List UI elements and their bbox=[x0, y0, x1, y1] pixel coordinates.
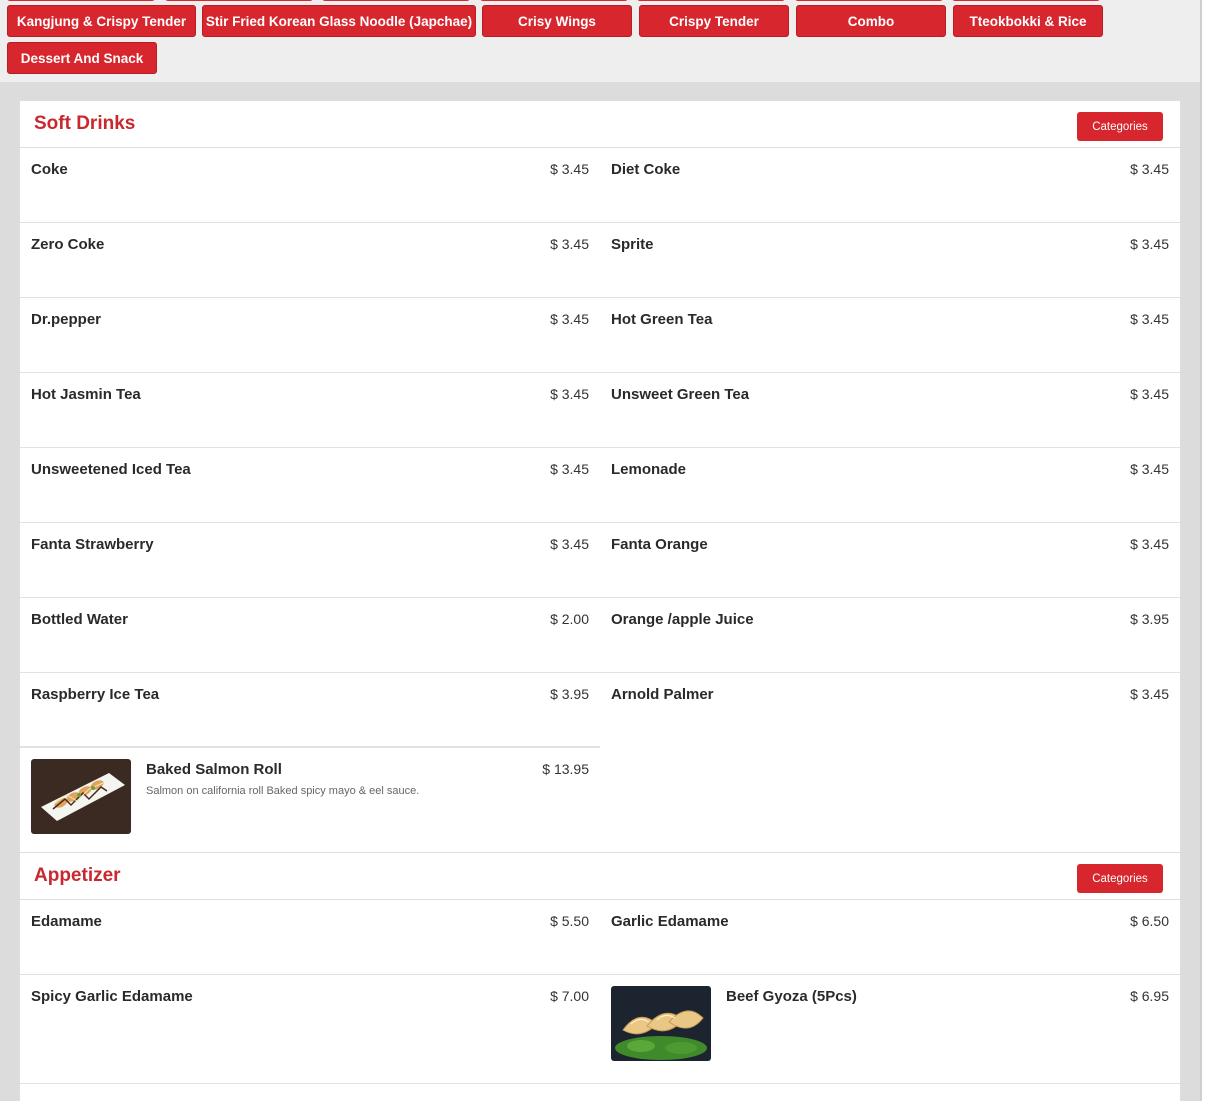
item-name: Sprite bbox=[611, 236, 654, 253]
category-button-japchae[interactable]: Stir Fried Korean Glass Noodle (Japchae) bbox=[202, 5, 476, 37]
item-name: Spicy Garlic Edamame bbox=[31, 988, 193, 1005]
menu-item[interactable]: Bottled Water $ 2.00 bbox=[20, 598, 600, 673]
item-price: $ 2.00 bbox=[550, 611, 589, 627]
item-price: $ 7.00 bbox=[550, 988, 589, 1004]
item-name: Diet Coke bbox=[611, 161, 681, 178]
item-price: $ 3.45 bbox=[550, 161, 589, 177]
item-name: Fanta Orange bbox=[611, 536, 708, 553]
item-description: Salmon on california roll Baked spicy ma… bbox=[146, 785, 420, 797]
menu-item[interactable]: Unsweetened Iced Tea $ 3.45 bbox=[20, 448, 600, 523]
item-price: $ 3.95 bbox=[550, 686, 589, 702]
item-price: $ 3.45 bbox=[1130, 386, 1169, 402]
item-price: $ 3.45 bbox=[1130, 311, 1169, 327]
item-name: Bottled Water bbox=[31, 611, 128, 628]
category-button-offscreen[interactable] bbox=[952, 0, 1100, 1]
item-name: Dr.pepper bbox=[31, 311, 102, 328]
section-title: Appetizer bbox=[34, 865, 121, 886]
item-name: Hot Green Tea bbox=[611, 311, 713, 328]
section-header-appetizer: Appetizer Categories bbox=[20, 853, 1180, 900]
item-price: $ 3.45 bbox=[550, 236, 589, 252]
menu-item[interactable]: Coke $ 3.45 bbox=[20, 148, 600, 223]
item-price: $ 3.45 bbox=[1130, 686, 1169, 702]
item-price: $ 3.45 bbox=[550, 311, 589, 327]
item-photo bbox=[31, 759, 131, 834]
item-price: $ 3.45 bbox=[550, 461, 589, 477]
category-button-crispy-tender[interactable]: Crispy Tender bbox=[639, 5, 789, 37]
category-button-offscreen[interactable] bbox=[795, 0, 943, 1]
item-name: Arnold Palmer bbox=[611, 686, 714, 703]
item-price: $ 5.50 bbox=[550, 913, 589, 929]
menu-item[interactable]: Dr.pepper $ 3.45 bbox=[20, 298, 600, 373]
item-name: Fanta Strawberry bbox=[31, 536, 154, 553]
item-name: Garlic Edamame bbox=[611, 913, 729, 930]
item-name: Unsweetened Iced Tea bbox=[31, 461, 191, 478]
item-price: $ 3.95 bbox=[1130, 611, 1169, 627]
category-button-tteokbokki[interactable]: Tteokbokki & Rice bbox=[953, 5, 1103, 37]
item-price: $ 3.45 bbox=[1130, 461, 1169, 477]
item-price: $ 6.95 bbox=[1130, 988, 1169, 1004]
item-price: $ 3.45 bbox=[1130, 236, 1169, 252]
item-divider bbox=[20, 746, 600, 747]
menu-item[interactable]: Beef Gyoza (5Pcs) $ 6.95 bbox=[600, 975, 1180, 1084]
category-button-offscreen[interactable] bbox=[322, 0, 470, 1]
item-name: Raspberry Ice Tea bbox=[31, 686, 160, 703]
menu-item[interactable]: Hot Jasmin Tea $ 3.45 bbox=[20, 373, 600, 448]
item-name: Beef Gyoza (5Pcs) bbox=[726, 988, 857, 1005]
category-nav-bar: Kangjung & Crispy Tender Stir Fried Kore… bbox=[0, 0, 1200, 82]
scrollbar[interactable] bbox=[1200, 0, 1230, 1101]
category-button-offscreen[interactable] bbox=[7, 0, 155, 1]
item-name: Unsweet Green Tea bbox=[611, 386, 750, 403]
item-name: Coke bbox=[31, 161, 68, 178]
menu-item[interactable]: Fanta Strawberry $ 3.45 bbox=[20, 523, 600, 598]
item-price: $ 3.45 bbox=[1130, 161, 1169, 177]
item-name: Zero Coke bbox=[31, 236, 105, 253]
menu-item[interactable]: Unsweet Green Tea $ 3.45 bbox=[600, 373, 1180, 448]
category-button-offscreen[interactable] bbox=[165, 0, 313, 1]
item-name: Baked Salmon Roll bbox=[146, 761, 282, 778]
item-name: Lemonade bbox=[611, 461, 687, 478]
category-button-crisy-wings[interactable]: Crisy Wings bbox=[482, 5, 632, 37]
menu-item[interactable]: Diet Coke $ 3.45 bbox=[600, 148, 1180, 223]
item-price: $ 3.45 bbox=[1130, 536, 1169, 552]
category-button-offscreen[interactable] bbox=[637, 0, 785, 1]
menu-item[interactable]: Arnold Palmer $ 3.45 bbox=[600, 673, 1180, 748]
item-price: $ 3.45 bbox=[550, 386, 589, 402]
menu-panel: Soft Drinks Categories Coke $ 3.45 Diet … bbox=[19, 100, 1181, 1101]
menu-item[interactable]: Sprite $ 3.45 bbox=[600, 223, 1180, 298]
section-title: Soft Drinks bbox=[34, 113, 136, 134]
item-price: $ 6.50 bbox=[1130, 913, 1169, 929]
menu-item[interactable]: Baked Salmon Roll $ 13.95 Salmon on cali… bbox=[20, 748, 600, 853]
categories-button[interactable]: Categories bbox=[1077, 864, 1163, 893]
menu-item[interactable]: Garlic Edamame $ 6.50 bbox=[600, 900, 1180, 975]
menu-item[interactable]: Edamame $ 5.50 bbox=[20, 900, 600, 975]
item-photo bbox=[611, 986, 711, 1061]
menu-item[interactable]: Hot Green Tea $ 3.45 bbox=[600, 298, 1180, 373]
menu-item[interactable]: Orange /apple Juice $ 3.95 bbox=[600, 598, 1180, 673]
item-name: Orange /apple Juice bbox=[611, 611, 754, 628]
category-button-offscreen[interactable] bbox=[480, 0, 628, 1]
menu-item[interactable]: Fanta Orange $ 3.45 bbox=[600, 523, 1180, 598]
item-name: Edamame bbox=[31, 913, 102, 930]
item-name: Hot Jasmin Tea bbox=[31, 386, 141, 403]
section-header-soft-drinks: Soft Drinks Categories bbox=[20, 101, 1180, 148]
item-price: $ 3.45 bbox=[550, 536, 589, 552]
menu-item[interactable]: Lemonade $ 3.45 bbox=[600, 448, 1180, 523]
menu-item[interactable]: Raspberry Ice Tea $ 3.95 bbox=[20, 673, 600, 748]
categories-button[interactable]: Categories bbox=[1077, 112, 1163, 141]
menu-item[interactable]: Spicy Garlic Edamame $ 7.00 bbox=[20, 975, 600, 1084]
category-button-kangjung[interactable]: Kangjung & Crispy Tender bbox=[7, 5, 196, 37]
category-button-combo[interactable]: Combo bbox=[796, 5, 946, 37]
menu-item[interactable]: Zero Coke $ 3.45 bbox=[20, 223, 600, 298]
item-price: $ 13.95 bbox=[542, 761, 589, 777]
category-button-dessert[interactable]: Dessert And Snack bbox=[7, 42, 157, 74]
